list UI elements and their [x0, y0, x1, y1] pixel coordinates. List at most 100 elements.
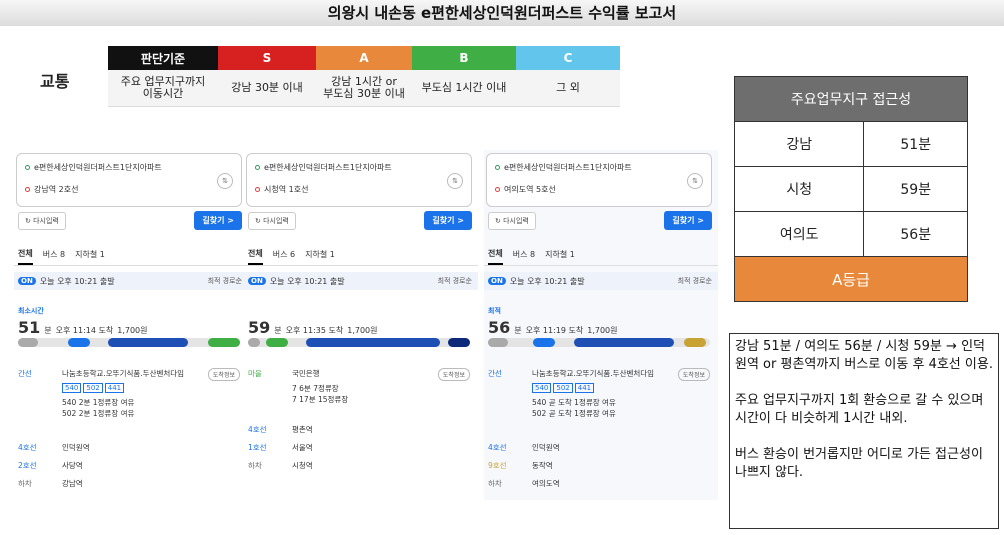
- tab-all[interactable]: 전체: [488, 248, 503, 265]
- route-input-box: e편한세상인덕원더퍼스트1단지아파트 강남역 2호선 ⇅: [16, 153, 242, 207]
- arrival-info-button[interactable]: 도착정보: [437, 368, 470, 381]
- bus-badge[interactable]: 540: [532, 383, 552, 393]
- step-place: 여의도역: [532, 479, 560, 488]
- tab-subway[interactable]: 지하철 1: [305, 249, 335, 260]
- district-name: 강남: [733, 121, 865, 167]
- step-alight: 하차 강남역: [18, 478, 83, 489]
- origin-field[interactable]: e편한세상인덕원더퍼스트1단지아파트: [495, 162, 632, 173]
- bus-info: 502 2분 1정류장 여유: [62, 409, 135, 418]
- departure-row[interactable]: ON 오늘 오후 10:21 출발 최적 경로순: [14, 272, 248, 290]
- bus-badge[interactable]: 441: [104, 383, 125, 393]
- bus-badge[interactable]: 502: [83, 383, 103, 393]
- origin-field[interactable]: e편한세상인덕원더퍼스트1단지아파트: [25, 162, 162, 173]
- destination-field[interactable]: 시청역 1호선: [255, 184, 308, 195]
- departure-row[interactable]: ON 오늘 오후 10:21 출발 최적 경로순: [244, 272, 478, 290]
- district-name: 여의도: [733, 211, 865, 257]
- commute-time: 56분: [863, 211, 968, 257]
- on-badge[interactable]: ON: [488, 277, 506, 285]
- tab-bus[interactable]: 버스 8: [513, 249, 535, 260]
- search-route-button[interactable]: 길찾기 >: [664, 211, 712, 230]
- arrival-info-button[interactable]: 도착정보: [677, 368, 710, 381]
- step-label: 마을: [248, 369, 262, 378]
- origin-text: e편한세상인덕원더퍼스트1단지아파트: [264, 163, 392, 172]
- step-alight: 하차 시청역: [248, 460, 313, 471]
- tab-all[interactable]: 전체: [18, 248, 33, 265]
- grade-b-header: B: [412, 46, 516, 70]
- total-minutes: 59: [248, 318, 271, 337]
- segment-walk: [488, 338, 508, 347]
- reset-label: 다시입력: [33, 217, 59, 225]
- segment-bus: [266, 338, 288, 347]
- sort-select[interactable]: 최적 경로순: [208, 276, 242, 286]
- swap-icon[interactable]: ⇅: [217, 173, 233, 189]
- reset-button[interactable]: ↻ 다시입력: [248, 212, 296, 230]
- bus-info: 7 6분 7정류장: [292, 384, 339, 393]
- step-label: 1호선: [248, 443, 267, 452]
- grade-c-cell: 그 외: [516, 70, 620, 107]
- segment-bus: [68, 338, 90, 347]
- step-label: 4호선: [18, 443, 37, 452]
- grade-a-header: A: [316, 46, 412, 70]
- step-label: 2호선: [18, 461, 37, 470]
- search-route-button[interactable]: 길찾기 >: [194, 211, 242, 230]
- sort-select[interactable]: 최적 경로순: [678, 276, 712, 286]
- step-place: 나눔초등학교.오뚜기식품.두산벤처다임: [62, 369, 185, 378]
- on-badge[interactable]: ON: [18, 277, 36, 285]
- origin-text: e편한세상인덕원더퍼스트1단지아파트: [34, 163, 162, 172]
- bus-badge[interactable]: 441: [574, 383, 595, 393]
- step-transfer: 4호선 인덕원역: [18, 442, 90, 453]
- grade-s-cell: 강남 30분 이내: [218, 70, 316, 107]
- step-bus: 간선 나눔초등학교.오뚜기식품.두산벤처다임 540 502 441 540 2분 …: [18, 368, 184, 419]
- origin-field[interactable]: e편한세상인덕원더퍼스트1단지아파트: [255, 162, 392, 173]
- minutes-unit: 분: [514, 326, 522, 335]
- tab-bus[interactable]: 버스 6: [273, 249, 295, 260]
- step-label: 4호선: [488, 443, 507, 452]
- step-label: 4호선: [248, 425, 267, 434]
- tab-subway[interactable]: 지하철 1: [545, 249, 575, 260]
- tab-all[interactable]: 전체: [248, 248, 263, 265]
- sort-select[interactable]: 최적 경로순: [438, 276, 472, 286]
- segment-line4: [574, 338, 674, 347]
- segment-walk: [248, 338, 260, 347]
- grade-s-header: S: [218, 46, 316, 70]
- grade-result: A등급: [734, 256, 968, 302]
- tab-subway[interactable]: 지하철 1: [75, 249, 105, 260]
- route-panel-yeouido: e편한세상인덕원더퍼스트1단지아파트 여의도역 5호선 ⇅ ↻ 다시입력 길찾기…: [484, 150, 718, 500]
- swap-icon[interactable]: ⇅: [687, 173, 703, 189]
- step-label: 간선: [18, 369, 32, 378]
- bus-badge[interactable]: 540: [62, 383, 82, 393]
- route-summary: 56 분 오후 11:19 도착 1,700원: [488, 318, 618, 337]
- departure-row[interactable]: ON 오늘 오후 10:21 출발 최적 경로순: [484, 272, 718, 290]
- route-tag: 최소시간: [18, 307, 44, 315]
- reset-button[interactable]: ↻ 다시입력: [18, 212, 66, 230]
- swap-icon[interactable]: ⇅: [447, 173, 463, 189]
- commute-time: 59분: [863, 166, 968, 212]
- segment-bar: [248, 338, 470, 347]
- origin-dot-icon: [495, 165, 500, 170]
- note-paragraph: 강남 51분 / 여의도 56분 / 시청 59분 → 인덕원역 or 평촌역까…: [735, 339, 993, 372]
- arrival-info-button[interactable]: 도착정보: [207, 368, 240, 381]
- transport-tabs: 전체 버스 6 지하철 1: [244, 244, 478, 266]
- bus-badge[interactable]: 502: [553, 383, 573, 393]
- segment-walk: [18, 338, 38, 347]
- segment-line2: [208, 338, 240, 347]
- destination-text: 여의도역 5호선: [504, 185, 556, 194]
- step-label: 간선: [488, 369, 502, 378]
- minutes-unit: 분: [274, 326, 282, 335]
- step-place: 시청역: [292, 461, 313, 470]
- reset-button[interactable]: ↻ 다시입력: [488, 212, 536, 230]
- fare: 1,700원: [117, 326, 148, 335]
- search-route-button[interactable]: 길찾기 >: [424, 211, 472, 230]
- destination-field[interactable]: 여의도역 5호선: [495, 184, 556, 195]
- departure-time: 오늘 오후 10:21 출발: [509, 276, 585, 286]
- route-panel-gangnam: e편한세상인덕원더퍼스트1단지아파트 강남역 2호선 ⇅ ↻ 다시입력 길찾기 …: [14, 150, 248, 500]
- step-place: 동작역: [532, 461, 553, 470]
- note-paragraph: 주요 업무지구까지 1회 환승으로 갈 수 있으며 시간이 다 비슷하게 1시간…: [735, 393, 984, 426]
- tab-bus[interactable]: 버스 8: [43, 249, 65, 260]
- grade-a-cell: 강남 1시간 or 부도심 30분 이내: [316, 70, 412, 107]
- arrival-time: 오후 11:14 도착: [55, 326, 114, 335]
- on-badge[interactable]: ON: [248, 277, 266, 285]
- destination-field[interactable]: 강남역 2호선: [25, 184, 78, 195]
- step-label: 하차: [18, 479, 32, 488]
- total-minutes: 51: [18, 318, 41, 337]
